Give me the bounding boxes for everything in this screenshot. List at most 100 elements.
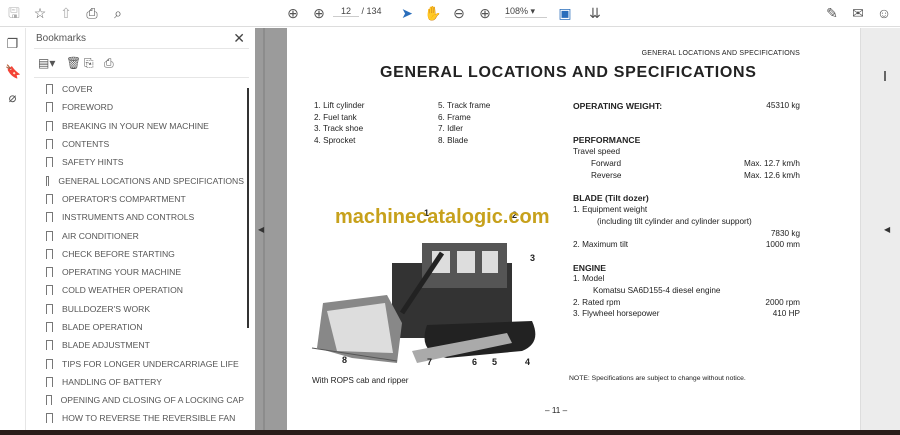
next-page-icon[interactable]: ⊕ xyxy=(309,4,329,22)
bookmark-label: HOW TO REVERSE THE REVERSIBLE FAN xyxy=(62,413,236,424)
panel-title: Bookmarks xyxy=(36,33,87,44)
bookmark-icon xyxy=(46,157,53,168)
bookmark-label: BLADE ADJUSTMENT xyxy=(62,340,150,351)
spec-value: Max. 12.7 km/h xyxy=(744,159,800,168)
callout-label: 4 xyxy=(525,357,531,367)
bookmark-item[interactable]: BREAKING IN YOUR NEW MACHINE xyxy=(34,117,244,135)
zoom-out-icon[interactable]: ⊖ xyxy=(449,4,469,22)
section-heading: PERFORMANCE xyxy=(573,135,641,145)
bookmark-item[interactable]: FOREWORD xyxy=(34,98,244,116)
part-item: 6. Frame xyxy=(438,112,471,122)
mail-icon[interactable]: ✉ xyxy=(848,4,868,22)
zoom-select[interactable]: 108% ▾ xyxy=(505,6,547,18)
bookmark-icon xyxy=(46,267,53,278)
upload-cloud-icon[interactable]: ⇧ xyxy=(56,4,76,22)
spec-label: 2. Maximum tilt xyxy=(573,240,629,249)
bookmark-item[interactable]: BLADE ADJUSTMENT xyxy=(34,336,244,354)
close-icon[interactable]: ✕ xyxy=(233,30,245,47)
part-item: 3. Track shoe xyxy=(314,124,364,134)
bookmark-label: OPERATOR'S COMPARTMENT xyxy=(62,193,186,204)
select-cursor-icon[interactable]: ➤ xyxy=(397,4,417,22)
taskbar-edge xyxy=(0,430,900,435)
bookmark-icon xyxy=(46,413,53,424)
bookmark-item[interactable]: CONTENTS xyxy=(34,135,244,153)
options-menu-icon[interactable]: ▤▾ xyxy=(38,56,55,70)
fit-page-icon[interactable]: ▣ xyxy=(555,4,575,22)
sign-icon[interactable]: ✎ xyxy=(822,4,842,22)
left-nav-rail: ❐ 🔖 ⌀ xyxy=(0,28,25,430)
bookmark-label: COVER xyxy=(62,84,93,95)
right-panel-handle[interactable] xyxy=(884,71,886,81)
spec-label: 1. Model xyxy=(573,274,605,283)
spec-value: 1000 mm xyxy=(765,240,800,249)
page-title: GENERAL LOCATIONS AND SPECIFICATIONS xyxy=(380,64,757,81)
spec-value: 7830 kg xyxy=(770,229,800,238)
bookmark-item[interactable]: OPERATOR'S COMPARTMENT xyxy=(34,190,244,208)
right-panel-strip: ◀ xyxy=(860,28,900,430)
part-item: 4. Sprocket xyxy=(314,136,356,146)
hand-tool-icon[interactable]: ✋ xyxy=(423,4,443,22)
spec-note: (including tilt cylinder and cylinder su… xyxy=(597,217,752,226)
bookmark-item[interactable]: TIPS FOR LONGER UNDERCARRIAGE LIFE xyxy=(34,354,244,372)
bookmark-item[interactable]: BULLDOZER'S WORK xyxy=(34,300,244,318)
bookmark-item[interactable]: CHECK BEFORE STARTING xyxy=(34,245,244,263)
running-header: GENERAL LOCATIONS AND SPECIFICATIONS xyxy=(641,50,800,57)
callout-label: 5 xyxy=(492,357,498,367)
delete-icon[interactable]: 🗑 xyxy=(66,56,81,70)
bookmark-item[interactable]: BLADE OPERATION xyxy=(34,318,244,336)
bookmark-icon xyxy=(46,340,53,351)
bookmark-item[interactable]: OPERATING YOUR MACHINE xyxy=(34,263,244,281)
collapse-panel-icon[interactable]: ◀ xyxy=(258,225,264,234)
bookmark-icon xyxy=(46,395,52,406)
part-item: 1. Lift cylinder xyxy=(314,101,365,110)
bookmark-item[interactable]: INSTRUMENTS AND CONTROLS xyxy=(34,208,244,226)
bookmark-icon xyxy=(46,193,53,204)
bookmark-icon xyxy=(46,230,53,241)
attachment-icon[interactable]: ⌀ xyxy=(5,90,20,105)
bookmark-label: TIPS FOR LONGER UNDERCARRIAGE LIFE xyxy=(62,358,239,369)
bookmark-item[interactable]: COLD WEATHER OPERATION xyxy=(34,281,244,299)
bookmark-icon xyxy=(46,303,53,314)
bookmark-item[interactable]: AIR CONDITIONER xyxy=(34,226,244,244)
bookmark-item[interactable]: HANDLING OF BATTERY xyxy=(34,373,244,391)
search-icon[interactable]: ⌕ xyxy=(108,4,128,22)
section-heading: ENGINE xyxy=(573,263,606,273)
bookmark-label: BULLDOZER'S WORK xyxy=(62,303,151,314)
print-icon[interactable]: ⎙ xyxy=(82,4,102,22)
bookmark-icon xyxy=(46,376,53,387)
pdf-page: GENERAL LOCATIONS AND SPECIFICATIONS GEN… xyxy=(287,28,860,430)
bookmark-label: OPERATING YOUR MACHINE xyxy=(62,267,182,278)
bookmark-label: BLADE OPERATION xyxy=(62,322,143,332)
parts-list-left: 1. Lift cylinder 2. Fuel tank 3. Track s… xyxy=(314,100,365,147)
expand-right-panel-icon[interactable]: ◀ xyxy=(884,225,890,234)
scrollbar-thumb[interactable] xyxy=(247,88,249,328)
save-icon[interactable]: 🖫 xyxy=(4,4,24,22)
scroll-mode-icon[interactable]: ⇊ xyxy=(585,4,605,22)
bookmark-item[interactable]: OPENING AND CLOSING OF A LOCKING CAP xyxy=(34,391,244,409)
spec-label: 1. Equipment weight xyxy=(573,205,648,214)
find-bookmark-icon[interactable]: ⎙ xyxy=(104,56,114,71)
zoom-in-icon[interactable]: ⊕ xyxy=(475,4,495,22)
spec-value: 410 HP xyxy=(772,309,800,318)
previous-page-icon[interactable]: ⊕ xyxy=(283,4,303,22)
bookmark-item[interactable]: SAFETY HINTS xyxy=(34,153,244,171)
bookmark-panel-icon[interactable]: 🔖 xyxy=(5,64,21,79)
star-icon[interactable]: ☆ xyxy=(30,4,50,22)
callout-label: 3 xyxy=(530,253,536,263)
spec-label: 3. Flywheel horsepower xyxy=(573,309,660,318)
spec-label: Travel speed xyxy=(573,147,621,156)
bookmark-icon xyxy=(46,212,53,223)
page-number-input[interactable]: 12 xyxy=(333,6,359,17)
bookmark-scrollbar[interactable] xyxy=(245,80,251,426)
bookmark-item[interactable]: GENERAL LOCATIONS AND SPECIFICATIONS xyxy=(34,171,244,189)
bookmark-item[interactable]: HOW TO REVERSE THE REVERSIBLE FAN xyxy=(34,409,244,427)
part-item: 5. Track frame xyxy=(438,101,491,110)
spec-value: 2000 rpm xyxy=(765,298,800,307)
figure-caption: With ROPS cab and ripper xyxy=(312,376,409,385)
page-thumbnails-icon[interactable]: ❐ xyxy=(5,36,20,51)
share-user-icon[interactable]: ☺ xyxy=(874,4,894,22)
new-bookmark-icon[interactable]: ⎘ xyxy=(84,56,94,71)
spec-label: 2. Rated rpm xyxy=(573,298,621,307)
bookmark-label: GENERAL LOCATIONS AND SPECIFICATIONS xyxy=(58,175,244,186)
bookmark-item[interactable]: COVER xyxy=(34,80,244,98)
